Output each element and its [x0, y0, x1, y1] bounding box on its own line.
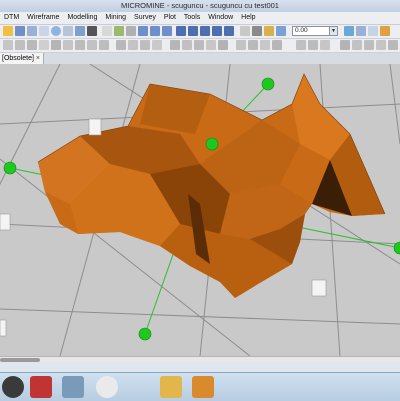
start-orb-icon[interactable] — [2, 376, 24, 398]
slice-icon[interactable] — [272, 40, 282, 50]
menu-window[interactable]: Window — [204, 12, 237, 24]
export-icon[interactable] — [380, 26, 390, 36]
folder-cube-icon[interactable] — [160, 376, 182, 398]
volume-icon[interactable] — [194, 40, 204, 50]
control-handle-left[interactable] — [3, 161, 17, 175]
refresh-icon[interactable] — [276, 26, 286, 36]
file-archive-icon[interactable] — [30, 376, 52, 398]
select-icon[interactable] — [39, 26, 49, 36]
solid-icon[interactable] — [206, 40, 216, 50]
menu-dtm[interactable]: DTM — [0, 12, 23, 24]
light-icon[interactable] — [240, 26, 250, 36]
table-icon[interactable] — [364, 40, 374, 50]
toolbar-main: 0.00 ▼ — [0, 25, 400, 39]
tab-label: [Obsolete] — [2, 55, 34, 62]
calculator-icon[interactable] — [62, 376, 84, 398]
clip-icon[interactable] — [182, 40, 192, 50]
menu-help[interactable]: Help — [237, 12, 259, 24]
fill-icon[interactable] — [128, 40, 138, 50]
control-handle-center[interactable] — [205, 137, 219, 151]
delete-vertex-icon[interactable] — [75, 40, 85, 50]
cube-icon-2[interactable] — [188, 26, 198, 36]
polygon-icon[interactable] — [39, 40, 49, 50]
point-icon[interactable] — [3, 40, 13, 50]
toolbar-secondary — [0, 39, 400, 53]
menu-wireframe[interactable]: Wireframe — [23, 12, 63, 24]
chart-icon[interactable] — [376, 40, 386, 50]
print-icon[interactable] — [27, 26, 37, 36]
zoom-icon[interactable] — [51, 26, 61, 36]
surface-icon[interactable] — [308, 40, 318, 50]
polyline-icon[interactable] — [27, 40, 37, 50]
save-icon[interactable] — [15, 26, 25, 36]
box-handle[interactable] — [0, 319, 7, 337]
grid-icon[interactable] — [126, 26, 136, 36]
3d-viewport[interactable] — [0, 63, 400, 357]
zoom-value: 0.00 — [295, 27, 308, 34]
move-icon[interactable] — [87, 26, 97, 36]
box-handle[interactable] — [0, 213, 11, 231]
close-icon[interactable]: × — [36, 53, 40, 64]
menu-modelling[interactable]: Modelling — [63, 12, 101, 24]
line-icon[interactable] — [15, 40, 25, 50]
hatch-icon[interactable] — [140, 40, 150, 50]
tab-obsolete[interactable]: [Obsolete] × — [0, 53, 44, 64]
zoom-input[interactable]: 0.00 ▼ — [292, 26, 338, 36]
triangle-icon[interactable] — [51, 40, 61, 50]
split-icon[interactable] — [99, 40, 109, 50]
chevron-down-icon[interactable]: ▼ — [329, 27, 337, 35]
report-icon[interactable] — [352, 40, 362, 50]
menu-survey[interactable]: Survey — [130, 12, 160, 24]
window-title: MICROMINE - scuguncu - scuguncu cu test0… — [121, 1, 279, 10]
more-icon[interactable] — [388, 40, 398, 50]
box-handle[interactable] — [311, 279, 327, 297]
edit-vertex-icon[interactable] — [63, 40, 73, 50]
window-bottom-edge — [0, 362, 400, 372]
texture-icon[interactable] — [264, 26, 274, 36]
viewport-canvas[interactable] — [0, 63, 400, 357]
view-side-icon[interactable] — [162, 26, 172, 36]
pan-icon[interactable] — [63, 26, 73, 36]
drape-icon[interactable] — [320, 40, 330, 50]
menu-tools[interactable]: Tools — [180, 12, 204, 24]
menu-plot[interactable]: Plot — [160, 12, 180, 24]
view-front-icon[interactable] — [150, 26, 160, 36]
intersect-icon[interactable] — [260, 40, 270, 50]
media-player-icon[interactable] — [192, 376, 214, 398]
shade-icon[interactable] — [252, 26, 262, 36]
control-handle-top[interactable] — [261, 77, 275, 91]
menu-mining[interactable]: Mining — [101, 12, 130, 24]
rotate-icon[interactable] — [75, 26, 85, 36]
measure-icon[interactable] — [356, 26, 366, 36]
taskbar — [0, 372, 400, 401]
cube-icon-1[interactable] — [176, 26, 186, 36]
paint-icon[interactable] — [96, 376, 118, 398]
section-icon[interactable] — [170, 40, 180, 50]
boolean-icon[interactable] — [248, 40, 258, 50]
contour-icon[interactable] — [296, 40, 306, 50]
cube-icon-5[interactable] — [224, 26, 234, 36]
sun-icon[interactable] — [344, 26, 354, 36]
control-handle-bottom[interactable] — [138, 327, 152, 341]
block-icon[interactable] — [340, 40, 350, 50]
menu-bar: DTM Wireframe Modelling Mining Survey Plot Too… — [0, 12, 400, 25]
wireframe-icon[interactable] — [218, 40, 228, 50]
box-handle[interactable] — [88, 118, 102, 136]
cube-icon-4[interactable] — [212, 26, 222, 36]
label-icon[interactable] — [152, 40, 162, 50]
snap-icon[interactable] — [87, 40, 97, 50]
view-top-icon[interactable] — [138, 26, 148, 36]
validate-icon[interactable] — [236, 40, 246, 50]
cube-icon-3[interactable] — [200, 26, 210, 36]
settings-icon[interactable] — [368, 26, 378, 36]
merge-icon[interactable] — [116, 40, 126, 50]
open-icon[interactable] — [3, 26, 13, 36]
undo-icon[interactable] — [102, 26, 112, 36]
layer-icon[interactable] — [114, 26, 124, 36]
